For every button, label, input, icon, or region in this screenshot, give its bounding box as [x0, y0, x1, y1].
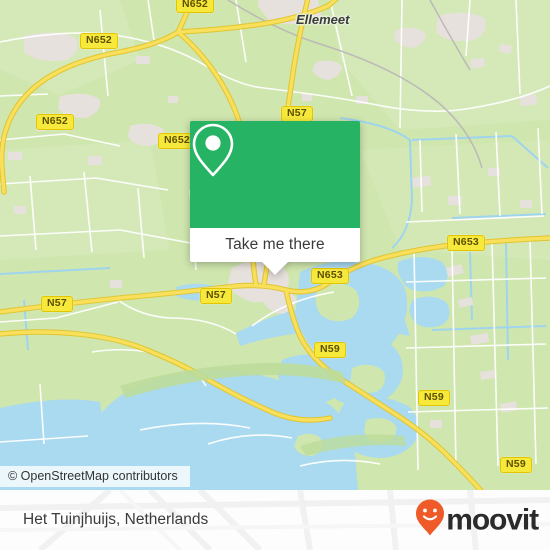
footer-bar: Het Tuinjhuijs, Netherlands moovit	[0, 490, 550, 550]
road-shield-n59-right[interactable]: N59	[418, 390, 450, 406]
road-shield-n652-left[interactable]: N652	[36, 114, 74, 130]
road-shield-n653-center[interactable]: N653	[311, 268, 349, 284]
map-canvas[interactable]: Ellemeet N652 N652 N652 N652 N57 N653 N6…	[0, 0, 550, 490]
place-label-ellemeet: Ellemeet	[296, 12, 350, 27]
destination-callout[interactable]: Take me there	[190, 121, 360, 275]
callout-pointer	[262, 262, 288, 275]
road-shield-n653-right[interactable]: N653	[447, 235, 485, 251]
callout-icon-area	[190, 121, 360, 228]
road-shield-n652-upper-left[interactable]: N652	[80, 33, 118, 49]
road-shield-n652-top[interactable]: N652	[176, 0, 214, 13]
take-me-there-button[interactable]: Take me there	[190, 228, 360, 262]
road-shield-n57-center[interactable]: N57	[200, 288, 232, 304]
road-shield-n57-top[interactable]: N57	[281, 106, 313, 122]
road-shield-n59-center[interactable]: N59	[314, 342, 346, 358]
moovit-pin-smile-icon	[415, 499, 445, 542]
osm-attribution[interactable]: © OpenStreetMap contributors	[0, 466, 190, 487]
road-shield-n59-bottom[interactable]: N59	[500, 457, 532, 473]
moovit-logo[interactable]: moovit	[415, 499, 539, 542]
moovit-wordmark: moovit	[446, 503, 539, 536]
location-title: Het Tuinjhuijs, Netherlands	[23, 511, 209, 528]
take-me-there-label: Take me there	[225, 236, 325, 253]
road-shield-n57-left[interactable]: N57	[41, 296, 73, 312]
map-share-card: Ellemeet N652 N652 N652 N652 N57 N653 N6…	[0, 0, 550, 550]
